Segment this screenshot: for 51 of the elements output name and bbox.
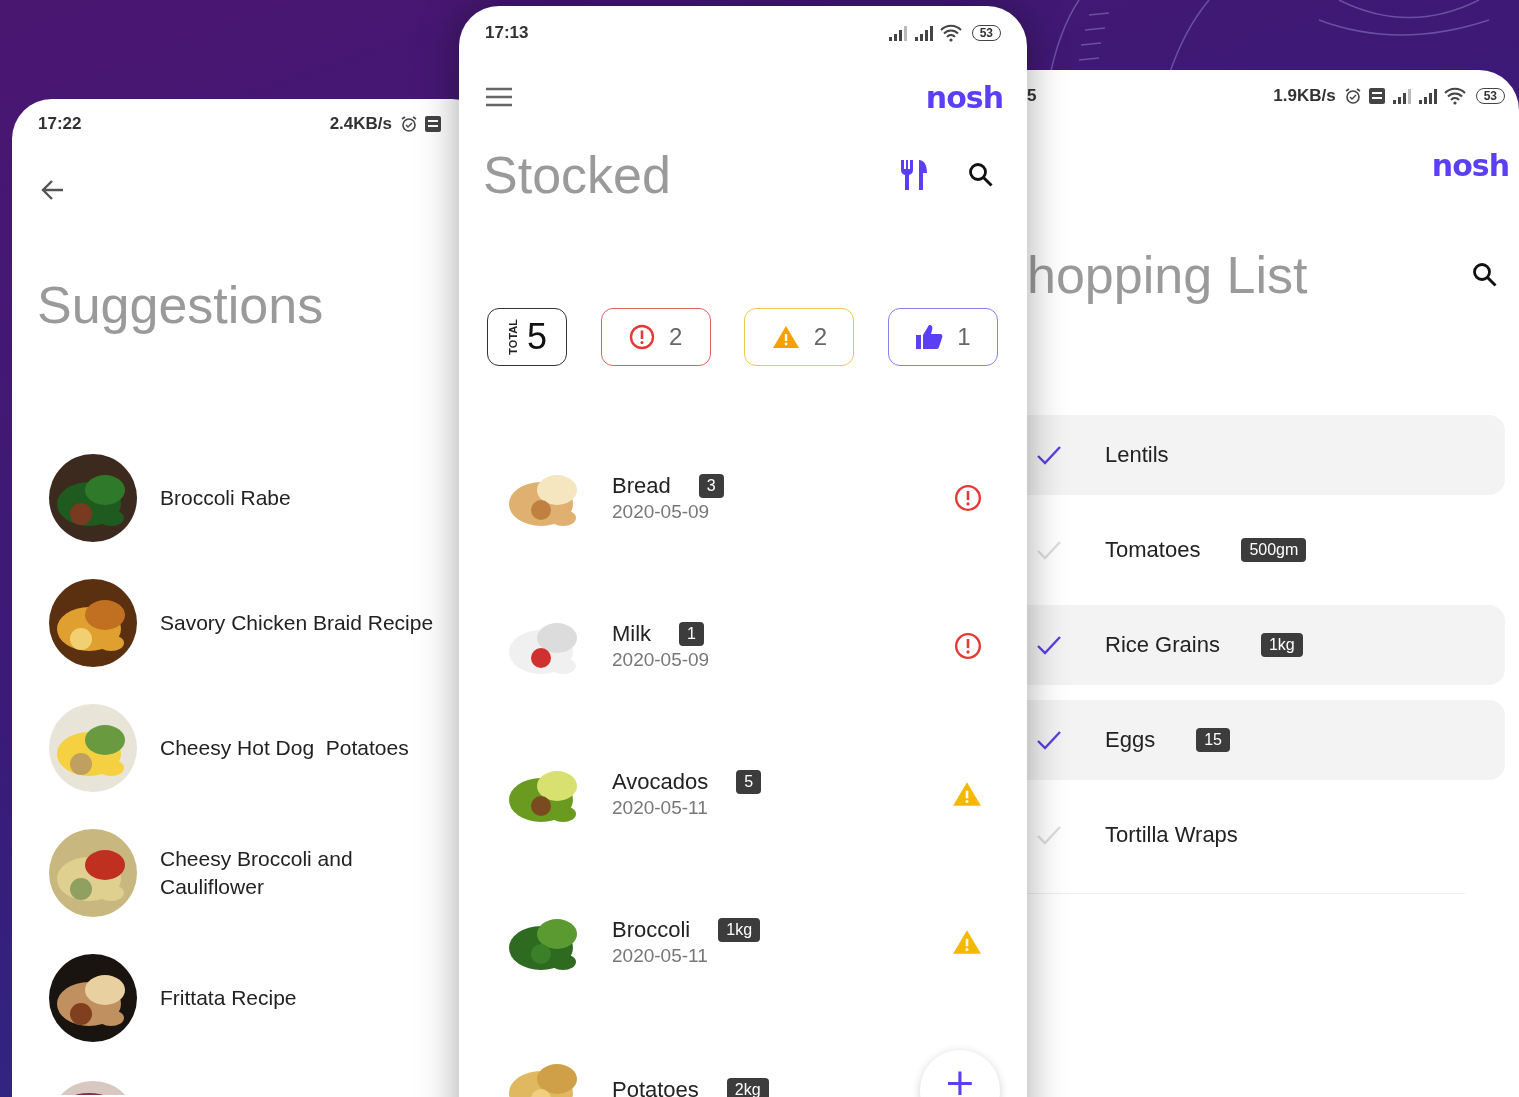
count: 2 xyxy=(668,323,683,351)
item-date: 2020-05-09 xyxy=(612,649,710,671)
item-name: Avocados xyxy=(612,769,709,795)
item-name: Lentils xyxy=(1105,442,1169,468)
screen-title: Stocked xyxy=(483,145,671,205)
count: 2 xyxy=(813,323,827,351)
count: 1 xyxy=(957,323,971,351)
shopping-list-item[interactable]: Eggs 15 xyxy=(1027,700,1505,780)
screen-title: hopping List xyxy=(1027,245,1308,305)
item-name: Rice Grains xyxy=(1105,632,1220,658)
shopping-list-item[interactable]: Tomatoes 500gm xyxy=(1027,510,1505,590)
app-logo: nosh xyxy=(925,79,1003,115)
quantity-badge: 3 xyxy=(698,474,724,498)
shopping-list-item[interactable]: Rice Grains 1kg xyxy=(1027,605,1505,685)
network-speed: 1.9KB/s xyxy=(1273,86,1336,106)
summary-chip[interactable]: 2 xyxy=(744,308,855,366)
recipe-name[interactable]: Cheesy Hot Dog Potatoes xyxy=(160,733,409,762)
total-label: TOTAL xyxy=(507,319,519,355)
app-logo: nosh xyxy=(1431,147,1509,183)
quantity-badge: 1 xyxy=(679,622,704,646)
count: 5 xyxy=(527,316,547,358)
add-button[interactable]: + xyxy=(920,1050,1000,1097)
quantity-badge: 15 xyxy=(1196,728,1230,752)
item-name: Tortilla Wraps xyxy=(1105,822,1238,848)
item-name: Tomatoes xyxy=(1105,537,1201,563)
recipe-name[interactable]: Savory Chicken Braid Recipe xyxy=(160,608,434,637)
shopping-list-item[interactable]: Tortilla Wraps xyxy=(1027,795,1505,875)
item-name: Potatoes xyxy=(612,1077,699,1097)
network-speed: 2.4KB/s xyxy=(329,114,392,134)
summary-chip[interactable]: 1 xyxy=(887,308,998,366)
quantity-badge: 1kg xyxy=(718,918,761,942)
item-name: Milk xyxy=(612,621,652,647)
quantity-badge: 500gm xyxy=(1241,538,1307,562)
item-date: 2020-05-09 xyxy=(612,501,711,523)
recipe-name[interactable]: Cheesy Broccoli and Cauliflower xyxy=(160,844,450,901)
quantity-badge: 1kg xyxy=(1260,633,1303,657)
status-time: 17:22 xyxy=(38,114,82,134)
quantity-badge: 5 xyxy=(736,770,762,794)
shopping-list-item[interactable]: Lentils xyxy=(1027,415,1505,495)
item-date: 2020-05-11 xyxy=(612,797,709,819)
status-time: 5 xyxy=(1027,86,1037,106)
recipe-name[interactable]: Frittata Recipe xyxy=(160,983,297,1012)
summary-chip[interactable]: TOTAL 5 xyxy=(487,308,567,366)
item-name: Bread xyxy=(612,473,671,499)
item-name: Broccoli xyxy=(612,917,691,943)
item-name: Eggs xyxy=(1105,727,1156,753)
recipe-name[interactable]: Broccoli Rabe xyxy=(160,483,291,512)
status-time: 17:13 xyxy=(485,23,529,43)
summary-chip[interactable]: 2 xyxy=(600,308,711,366)
item-date: 2020-05-11 xyxy=(612,945,709,967)
screen-title: Suggestions xyxy=(37,275,324,335)
